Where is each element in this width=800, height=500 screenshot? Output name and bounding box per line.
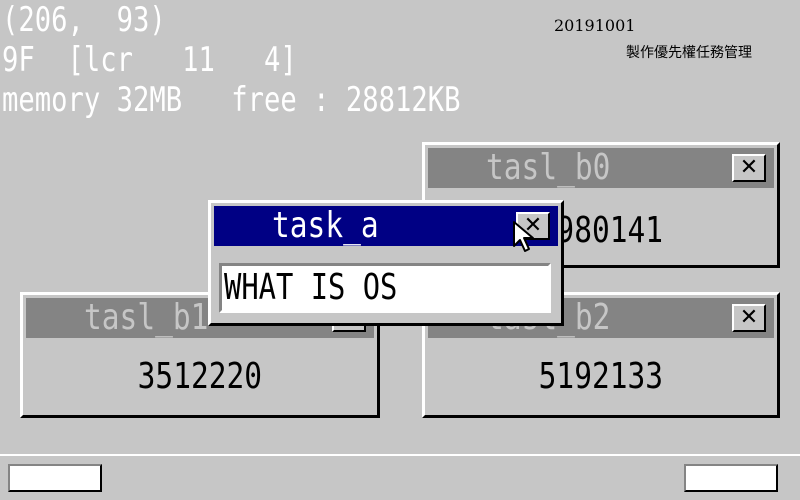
window-title: tasl_b0 <box>486 148 611 188</box>
memory-info: memory 32MB free : 28812KB <box>2 80 461 120</box>
counter-value: 5192133 <box>538 356 664 397</box>
counter-value: 3512220 <box>137 356 263 397</box>
date-label: 20191001 <box>554 16 636 35</box>
keyboard-info: 9F [lcr 11 4] <box>2 40 297 80</box>
text-input[interactable]: WHAT IS OS <box>219 263 551 313</box>
window-task-a[interactable]: task_a ✕ WHAT IS OS <box>208 200 564 326</box>
window-titlebar[interactable]: tasl_b0 ✕ <box>428 148 774 188</box>
window-titlebar[interactable]: task_a ✕ <box>214 206 558 246</box>
close-icon: ✕ <box>739 305 759 330</box>
close-icon: ✕ <box>739 155 759 180</box>
close-button[interactable]: ✕ <box>732 154 766 182</box>
window-title: task_a <box>272 206 379 246</box>
close-button[interactable]: ✕ <box>732 304 766 332</box>
tray-button[interactable] <box>684 464 778 492</box>
text-input-value: WHAT IS OS <box>224 267 398 308</box>
mouse-coordinates: (206, 93) <box>2 0 166 40</box>
window-title: tasl_b1 <box>84 298 209 338</box>
start-button[interactable] <box>8 464 102 492</box>
subtitle-label: 製作優先權任務管理 <box>626 45 752 61</box>
taskbar <box>0 454 800 500</box>
mouse-pointer-icon <box>513 221 534 252</box>
